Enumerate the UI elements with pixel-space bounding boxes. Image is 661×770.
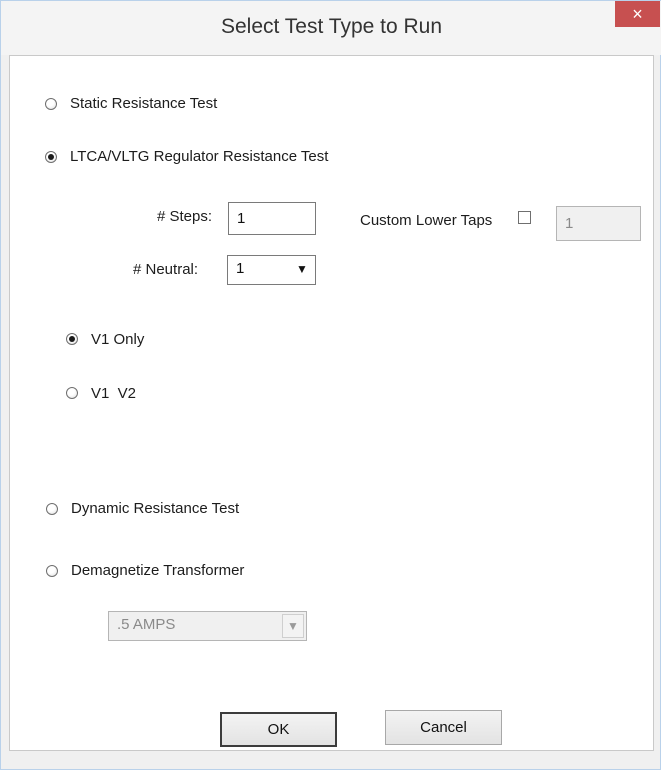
cancel-button[interactable]: Cancel — [385, 710, 502, 745]
static-resistance-label[interactable]: Static Resistance Test — [70, 95, 217, 112]
neutral-label: # Neutral: — [133, 261, 199, 278]
dialog-body: Static Resistance Test LTCA/VLTG Regulat… — [9, 55, 654, 751]
custom-lower-taps-checkbox[interactable] — [518, 211, 531, 224]
v1-only-label[interactable]: V1 Only — [91, 331, 144, 348]
steps-label: # Steps: — [157, 208, 213, 225]
neutral-select[interactable]: 1 ▼ — [227, 255, 316, 285]
custom-lower-taps-input[interactable]: 1 — [556, 206, 641, 241]
ltca-resistance-label[interactable]: LTCA/VLTG Regulator Resistance Test — [70, 148, 328, 165]
v1-v2-label[interactable]: V1 V2 — [91, 385, 136, 402]
ok-button[interactable]: OK — [220, 712, 337, 747]
dialog-window: Select Test Type to Run × Static Resista… — [0, 0, 661, 770]
v1-v2-radio[interactable] — [66, 387, 78, 399]
ltca-resistance-radio[interactable] — [45, 151, 57, 163]
custom-lower-taps-label: Custom Lower Taps — [360, 212, 493, 229]
demagnetize-radio[interactable] — [46, 565, 58, 577]
radio-selected-dot — [69, 336, 75, 342]
radio-selected-dot — [48, 154, 54, 160]
demagnetize-amps-select[interactable]: .5 AMPS ▼ — [108, 611, 307, 641]
dynamic-resistance-label[interactable]: Dynamic Resistance Test — [71, 500, 239, 517]
window-title: Select Test Type to Run — [220, 15, 443, 38]
steps-input[interactable]: 1 — [228, 202, 316, 235]
amps-select-value: .5 AMPS — [117, 616, 176, 633]
chevron-down-icon[interactable]: ▼ — [291, 258, 313, 282]
demagnetize-label[interactable]: Demagnetize Transformer — [71, 562, 244, 579]
static-resistance-radio[interactable] — [45, 98, 57, 110]
close-icon: × — [632, 4, 643, 24]
title-bar[interactable]: Select Test Type to Run × — [1, 1, 661, 55]
v1-only-radio[interactable] — [66, 333, 78, 345]
dynamic-resistance-radio[interactable] — [46, 503, 58, 515]
neutral-select-value: 1 — [236, 260, 245, 277]
close-button[interactable]: × — [615, 1, 660, 27]
chevron-down-icon[interactable]: ▼ — [282, 614, 304, 638]
